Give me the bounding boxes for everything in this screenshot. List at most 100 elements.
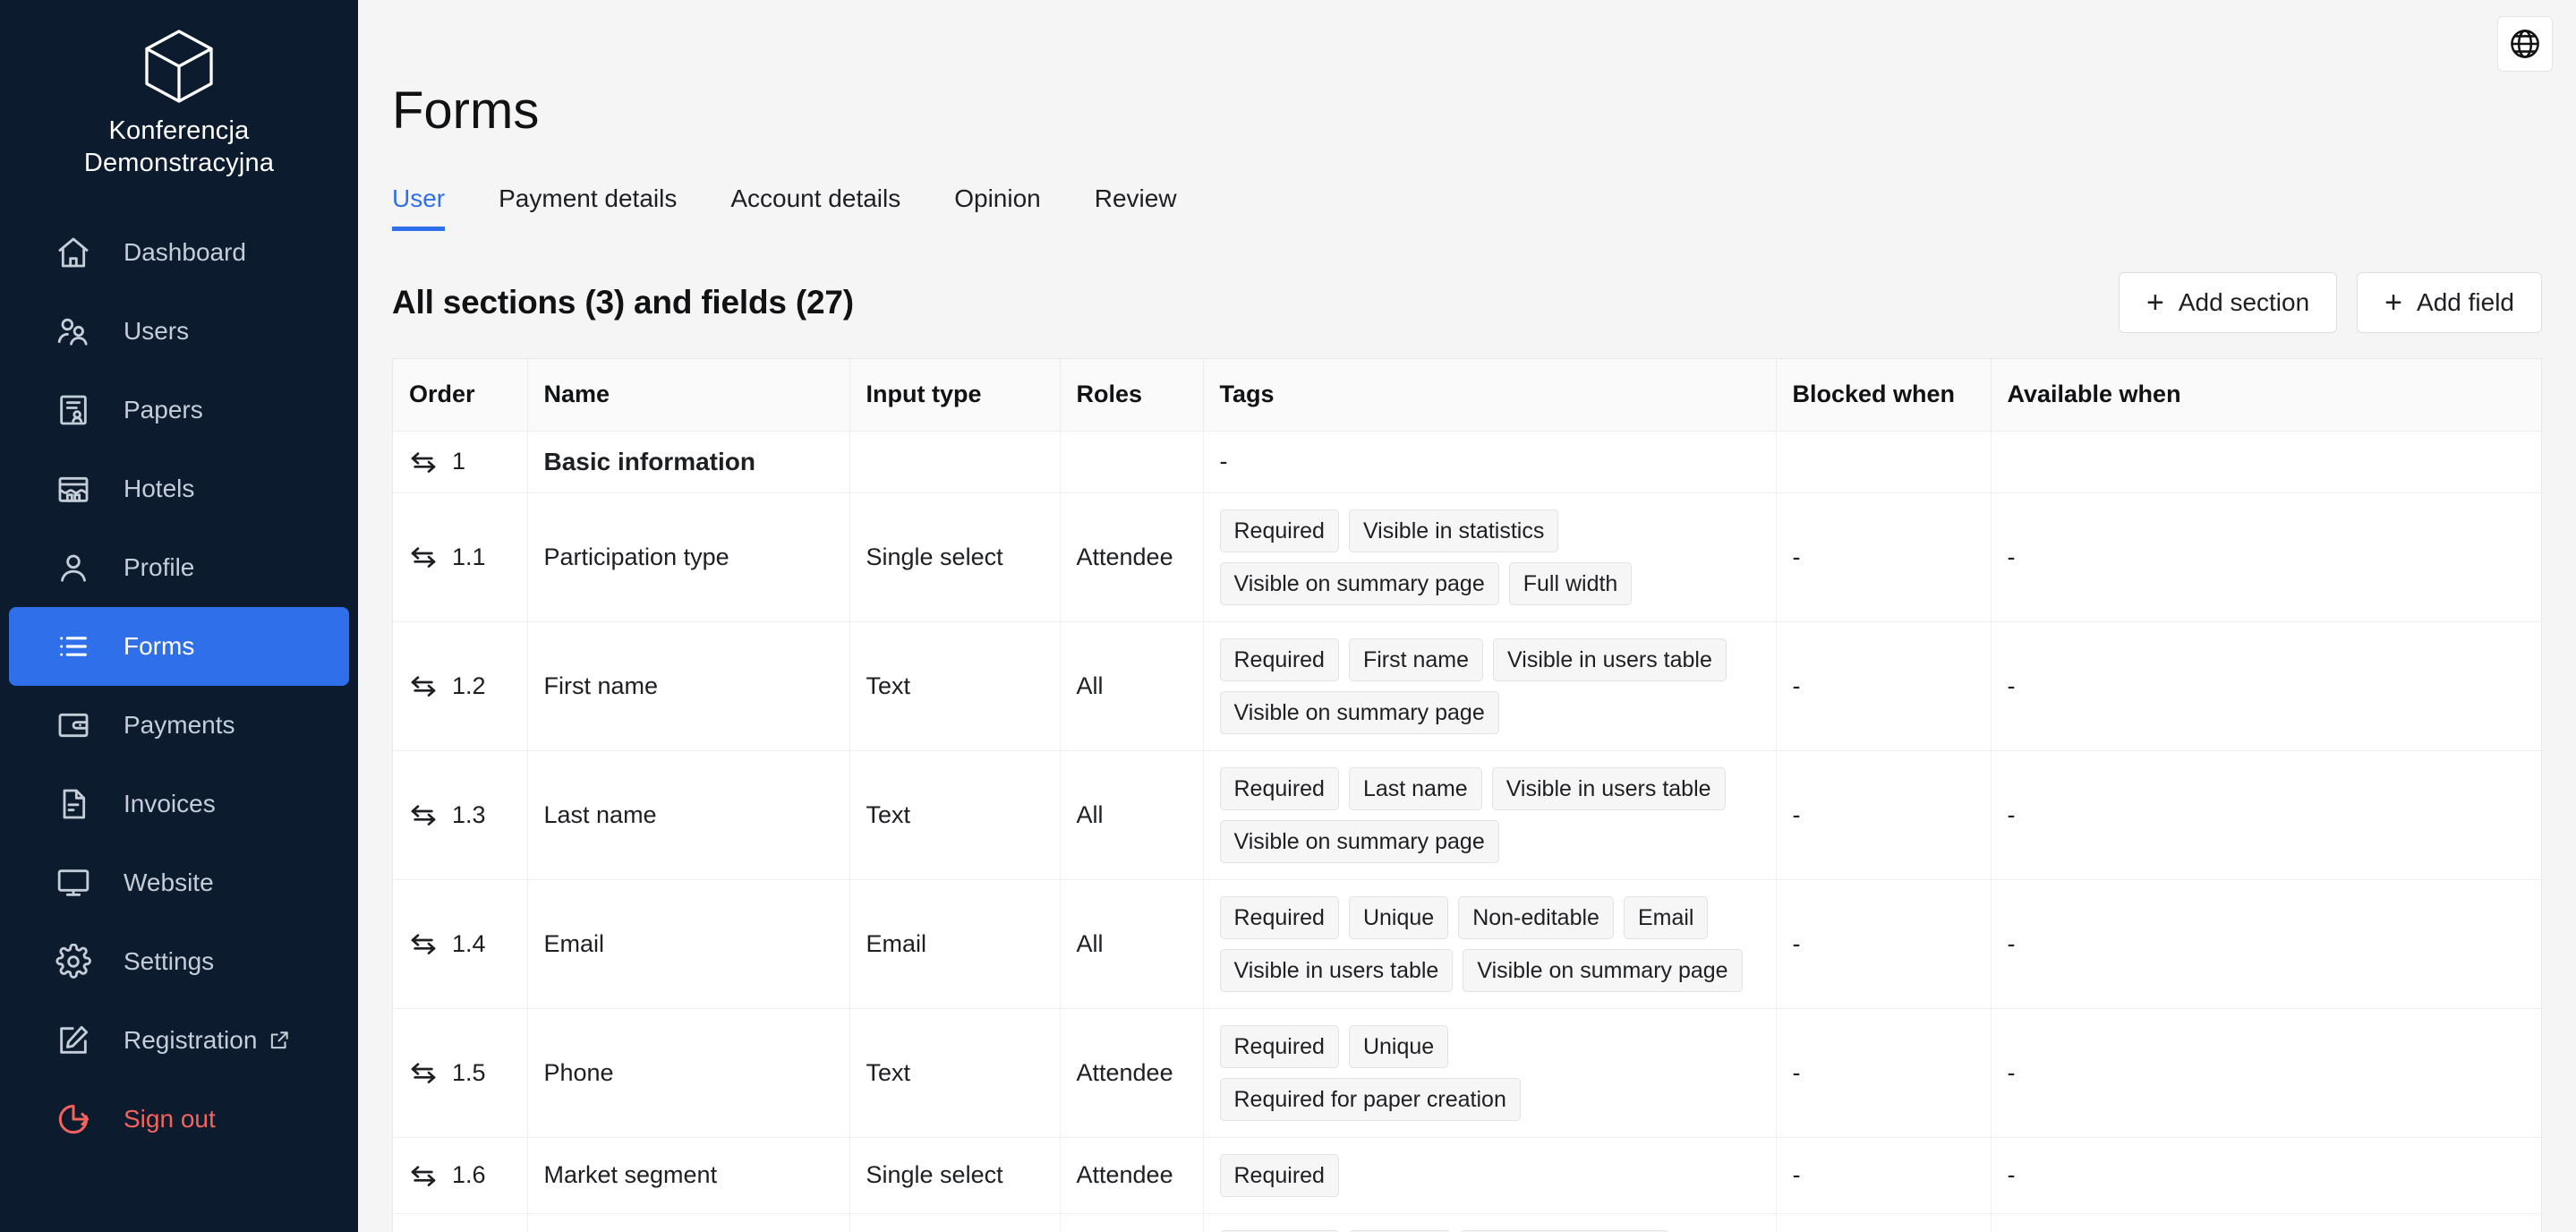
sidebar-item-label: Payments (124, 711, 235, 740)
sidebar-item-users[interactable]: Users (9, 292, 349, 371)
sidebar: Konferencja Demonstracyjna Dashboard (0, 0, 358, 1232)
reorder-handle-icon[interactable] (409, 929, 438, 958)
reorder-handle-icon[interactable] (409, 1161, 438, 1190)
tag-chip: Visible in statistics (1349, 509, 1558, 552)
cell-name: First name (527, 621, 849, 750)
tag-chip: Required for paper creation (1220, 1078, 1521, 1121)
table-row[interactable]: 1.4EmailEmailAllRequiredUniqueNon-editab… (393, 879, 2541, 1008)
cell-roles: Attendee (1060, 1008, 1203, 1137)
tag-chip: Required (1220, 1154, 1339, 1197)
order-number: 1.6 (452, 1161, 486, 1189)
cell-roles: All (1060, 879, 1203, 1008)
sidebar-item-payments[interactable]: Payments (9, 686, 349, 765)
cell-name: Last name (527, 750, 849, 879)
tab-user[interactable]: User (392, 184, 445, 231)
cell-input-type: Text (849, 621, 1060, 750)
tag-chip: Visible on summary page (1463, 949, 1742, 992)
cell-tags: RequiredUniqueRequired for paper creatio… (1203, 1008, 1776, 1137)
sidebar-item-label: Invoices (124, 790, 216, 818)
sidebar-item-hotels[interactable]: Hotels (9, 449, 349, 528)
sidebar-item-label: Dashboard (124, 238, 246, 267)
sidebar-item-label: Website (124, 868, 214, 897)
table-row[interactable]: 1.5PhoneTextAttendeeRequiredUniqueRequir… (393, 1008, 2541, 1137)
add-section-button[interactable]: + Add section (2119, 272, 2337, 333)
language-switcher-button[interactable] (2497, 16, 2553, 72)
page-title: Forms (392, 82, 2576, 140)
cell-name: Phone (527, 1008, 849, 1137)
tab-account-details[interactable]: Account details (730, 184, 900, 231)
cube-icon (136, 23, 222, 109)
sidebar-item-registration[interactable]: Registration (9, 1001, 349, 1080)
tag-list: RequiredFirst nameVisible in users table… (1220, 638, 1760, 734)
cell-available-when (1991, 1213, 2541, 1232)
reorder-handle-icon[interactable] (409, 543, 438, 571)
sidebar-item-invoices[interactable]: Invoices (9, 765, 349, 843)
tag-list: RequiredUniqueRequired for paper creatio… (1220, 1025, 1760, 1121)
section-actions: + Add section + Add field (2119, 272, 2542, 333)
hotel-icon (54, 469, 93, 509)
table-row[interactable]: Radio buttonRequiredSharedVisible in sta… (393, 1213, 2541, 1232)
cell-order: 1.6 (393, 1137, 527, 1213)
brand-name: Konferencja Demonstracyjna (27, 115, 331, 179)
app-root: Konferencja Demonstracyjna Dashboard (0, 0, 2576, 1232)
table-row-section[interactable]: 1 Basic information - (393, 431, 2541, 492)
reorder-handle-icon[interactable] (409, 800, 438, 829)
cell-available-when: - (1991, 492, 2541, 621)
cell-name (527, 1213, 849, 1232)
column-header-blocked-when[interactable]: Blocked when (1776, 359, 1991, 431)
order-number: 1.4 (452, 930, 486, 958)
cell-blocked-when: - (1776, 621, 1991, 750)
cell-tags: RequiredVisible in statisticsVisible on … (1203, 492, 1776, 621)
table-row[interactable]: 1.3Last nameTextAllRequiredLast nameVisi… (393, 750, 2541, 879)
tag-chip: Email (1624, 896, 1709, 939)
papers-icon (54, 390, 93, 430)
column-header-available-when[interactable]: Available when (1991, 359, 2541, 431)
sidebar-item-settings[interactable]: Settings (9, 922, 349, 1001)
table-row[interactable]: 1.6Market segmentSingle selectAttendeeRe… (393, 1137, 2541, 1213)
order-number: 1 (452, 448, 465, 475)
tab-review[interactable]: Review (1095, 184, 1177, 231)
reorder-handle-icon[interactable] (409, 448, 438, 476)
tag-list: RequiredVisible in statisticsVisible on … (1220, 509, 1760, 605)
reorder-handle-icon[interactable] (409, 1058, 438, 1087)
sidebar-item-website[interactable]: Website (9, 843, 349, 922)
cell-order: 1.2 (393, 621, 527, 750)
cell-roles: Attendee (1060, 1137, 1203, 1213)
add-field-button[interactable]: + Add field (2357, 272, 2542, 333)
cell-name: Basic information (527, 431, 849, 492)
cell-order: 1 (393, 431, 527, 492)
sidebar-item-label: Profile (124, 553, 194, 582)
column-header-roles[interactable]: Roles (1060, 359, 1203, 431)
users-icon (54, 312, 93, 351)
list-icon (54, 627, 93, 666)
column-header-tags[interactable]: Tags (1203, 359, 1776, 431)
cell-roles: All (1060, 750, 1203, 879)
tag-chip: Non-editable (1458, 896, 1614, 939)
sidebar-item-dashboard[interactable]: Dashboard (9, 213, 349, 292)
cell-tags: RequiredUniqueNon-editableEmailVisible i… (1203, 879, 1776, 1008)
tag-chip: Required (1220, 638, 1339, 681)
tag-chip: Visible on summary page (1220, 562, 1499, 605)
cell-input-type: Text (849, 1008, 1060, 1137)
sidebar-item-label: Users (124, 317, 189, 346)
table-row[interactable]: 1.1Participation typeSingle selectAttend… (393, 492, 2541, 621)
sidebar-item-papers[interactable]: Papers (9, 371, 349, 449)
reorder-handle-icon[interactable] (409, 672, 438, 700)
table-row[interactable]: 1.2First nameTextAllRequiredFirst nameVi… (393, 621, 2541, 750)
tag-chip: Required (1220, 1025, 1339, 1068)
cell-blocked-when: - (1776, 1137, 1991, 1213)
tag-chip: Last name (1349, 767, 1482, 810)
home-icon (54, 233, 93, 272)
sidebar-item-profile[interactable]: Profile (9, 528, 349, 607)
tag-chip: Required (1220, 767, 1339, 810)
column-header-input-type[interactable]: Input type (849, 359, 1060, 431)
cell-tags: - (1203, 431, 1776, 492)
plus-icon: + (2384, 287, 2402, 318)
sidebar-item-forms[interactable]: Forms (9, 607, 349, 686)
sidebar-item-sign-out[interactable]: Sign out (9, 1080, 349, 1159)
sidebar-nav: Dashboard Users (0, 210, 358, 1159)
column-header-name[interactable]: Name (527, 359, 849, 431)
column-header-order[interactable]: Order (393, 359, 527, 431)
tab-opinion[interactable]: Opinion (954, 184, 1041, 231)
tab-payment-details[interactable]: Payment details (499, 184, 677, 231)
